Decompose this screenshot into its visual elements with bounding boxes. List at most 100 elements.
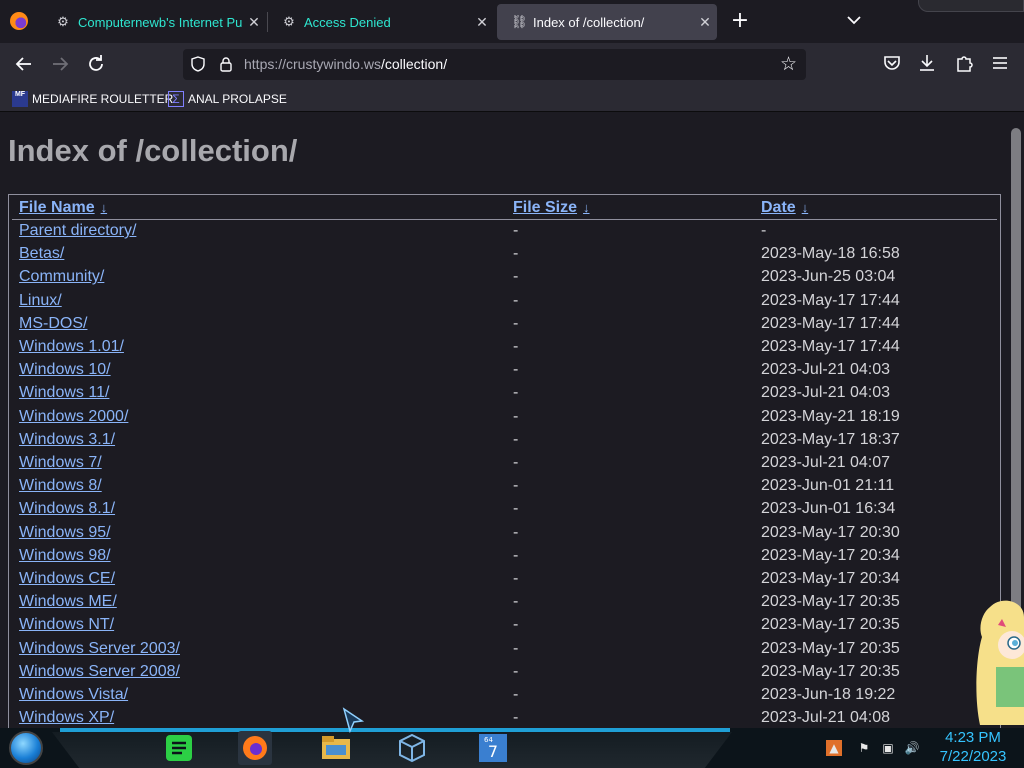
- file-name-link[interactable]: Windows 11/: [19, 383, 109, 403]
- win7-64-icon[interactable]: 7 64: [476, 731, 510, 765]
- file-date: 2023-Jul-21 04:03: [761, 384, 890, 402]
- file-name-link[interactable]: Windows 3.1/: [19, 430, 115, 450]
- file-name-link[interactable]: Windows 10/: [19, 360, 111, 380]
- file-name-link[interactable]: Parent directory/: [19, 221, 136, 241]
- file-date: 2023-Jul-21 04:07: [761, 454, 890, 471]
- bookmark-anal-prolapse[interactable]: Σ ANAL PROLAPSE: [168, 89, 287, 109]
- clock[interactable]: 4:23 PM 7/22/2023: [938, 728, 1008, 766]
- file-name-link[interactable]: Windows XP/: [19, 708, 114, 728]
- virtualbox-icon[interactable]: [395, 731, 429, 765]
- column-header-file-name[interactable]: File Name ↓: [19, 199, 107, 217]
- file-name-link[interactable]: Windows ME/: [19, 592, 117, 612]
- file-name-link[interactable]: Windows Server 2008/: [19, 662, 180, 682]
- file-name-link[interactable]: Windows 8.1/: [19, 499, 115, 519]
- bookmark-star-icon[interactable]: ☆: [780, 53, 797, 75]
- navigation-toolbar: https://crustywindo.ws/collection/ ☆: [0, 43, 1024, 85]
- close-tab-icon[interactable]: ✕: [470, 14, 494, 31]
- clock-date: 7/22/2023: [939, 748, 1007, 765]
- file-date: 2023-May-17 20:35: [761, 616, 900, 634]
- table-row: MS-DOS/ - 2023-May-17 17:44: [9, 314, 999, 337]
- file-size: -: [513, 338, 519, 355]
- tab-title: Access Denied: [304, 14, 391, 30]
- column-header-date[interactable]: Date ↓: [761, 199, 808, 217]
- bookmark-label: ANAL PROLAPSE: [188, 92, 287, 106]
- table-row: Windows Server 2008/ - 2023-May-17 20:35: [9, 662, 999, 685]
- extensions-icon[interactable]: [953, 52, 975, 74]
- firefox-icon[interactable]: [238, 731, 272, 765]
- table-row: Linux/ - 2023-May-17 17:44: [9, 291, 999, 314]
- sort-arrow-icon: ↓: [100, 200, 108, 215]
- file-name-link[interactable]: Windows CE/: [19, 569, 115, 589]
- close-tab-icon[interactable]: ✕: [242, 14, 266, 31]
- tab-access-denied[interactable]: ⚙ Access Denied ✕: [268, 4, 494, 40]
- new-tab-button[interactable]: +: [728, 10, 752, 34]
- network-icon[interactable]: ▣: [880, 740, 896, 756]
- table-row: Windows Vista/ - 2023-Jun-18 19:22: [9, 685, 999, 708]
- file-name-link[interactable]: Windows 2000/: [19, 407, 128, 427]
- pocket-icon[interactable]: [881, 52, 903, 74]
- file-date: 2023-Jun-25 03:04: [761, 268, 896, 286]
- firefox-menu-icon[interactable]: [10, 12, 28, 30]
- file-date: 2023-May-17 17:44: [761, 338, 900, 355]
- bookmark-mediafire-rouletter[interactable]: MF MEDIAFIRE ROULETTER: [12, 89, 173, 109]
- mouse-cursor-icon: [342, 707, 365, 733]
- file-size: -: [513, 222, 519, 239]
- start-button[interactable]: [9, 731, 43, 765]
- downloads-icon[interactable]: [916, 52, 938, 74]
- forward-icon[interactable]: [48, 52, 72, 76]
- hamburger-menu-icon[interactable]: [989, 52, 1011, 74]
- file-name-link[interactable]: Windows Server 2003/: [19, 639, 180, 659]
- svg-text:7: 7: [488, 742, 498, 761]
- url-bar[interactable]: https://crustywindo.ws/collection/ ☆: [183, 49, 806, 80]
- page-title: Index of /collection/: [8, 133, 298, 168]
- file-name-link[interactable]: Community/: [19, 267, 104, 287]
- table-row: Windows 2000/ - 2023-May-21 18:19: [9, 407, 999, 430]
- url-host: https://crustywindo.ws: [244, 56, 381, 72]
- file-size: -: [513, 616, 519, 634]
- file-size: -: [513, 593, 519, 611]
- file-size: -: [513, 430, 519, 448]
- file-name-link[interactable]: Windows Vista/: [19, 685, 128, 705]
- cartoon-character-sticker: [976, 600, 1024, 725]
- file-date: 2023-Jun-01 21:11: [761, 477, 895, 495]
- table-row: Windows NT/ - 2023-May-17 20:35: [9, 615, 999, 638]
- volume-icon[interactable]: 🔊: [904, 740, 920, 756]
- sort-arrow-icon: ↓: [583, 200, 590, 215]
- url-path: /collection/: [380, 56, 448, 72]
- lock-icon[interactable]: [219, 56, 233, 72]
- column-header-file-size[interactable]: File Size ↓: [513, 199, 590, 217]
- file-name-link[interactable]: Windows 98/: [19, 546, 111, 566]
- flag-icon[interactable]: ⚑: [856, 740, 872, 756]
- file-date: 2023-May-17 20:35: [761, 639, 900, 657]
- directory-listing-table: File Name ↓ File Size ↓ Date ↓ Parent direc…: [8, 194, 1001, 728]
- file-name-link[interactable]: Windows NT/: [19, 615, 114, 635]
- bookmarks-toolbar: MF MEDIAFIRE ROULETTER Σ ANAL PROLAPSE: [0, 85, 1024, 112]
- file-date: 2023-May-17 20:34: [761, 570, 900, 587]
- notes-app-icon[interactable]: [162, 731, 196, 765]
- tab-index-collection[interactable]: ⛓ Index of /collection/ ✕: [497, 4, 717, 40]
- table-row: Windows Server 2003/ - 2023-May-17 20:35: [9, 639, 999, 662]
- header-divider: [12, 219, 997, 220]
- back-icon[interactable]: [12, 52, 36, 76]
- file-name-link[interactable]: Linux/: [19, 291, 62, 311]
- url-text[interactable]: https://crustywindo.ws/collection/: [244, 56, 447, 72]
- taskbar: 7 64 ▲ ⚑ ▣ 🔊 4:23 PM 7/22/2023: [0, 728, 1024, 768]
- file-name-link[interactable]: Windows 1.01/: [19, 337, 124, 357]
- file-name-link[interactable]: MS-DOS/: [19, 314, 87, 334]
- flame-icon[interactable]: ▲: [826, 740, 842, 756]
- reload-icon[interactable]: [84, 52, 108, 76]
- tab-title: Computernewb's Internet Pub: [78, 14, 242, 30]
- file-name-link[interactable]: Windows 95/: [19, 523, 111, 543]
- tracking-protection-shield-icon[interactable]: [191, 56, 205, 72]
- file-explorer-icon[interactable]: [319, 731, 353, 765]
- file-name-link[interactable]: Windows 7/: [19, 453, 102, 473]
- file-name-link[interactable]: Betas/: [19, 244, 64, 264]
- file-date: 2023-May-17 18:37: [761, 430, 900, 448]
- tab-computernewb[interactable]: ⚙ Computernewb's Internet Pub ✕: [42, 4, 266, 40]
- file-name-link[interactable]: Windows 8/: [19, 476, 102, 496]
- close-tab-icon[interactable]: ✕: [693, 14, 717, 31]
- file-size: -: [513, 709, 519, 727]
- file-size: -: [513, 686, 519, 703]
- list-all-tabs-icon[interactable]: [845, 10, 863, 30]
- tab-strip: ⚙ Computernewb's Internet Pub ✕ ⚙ Access…: [0, 0, 1024, 43]
